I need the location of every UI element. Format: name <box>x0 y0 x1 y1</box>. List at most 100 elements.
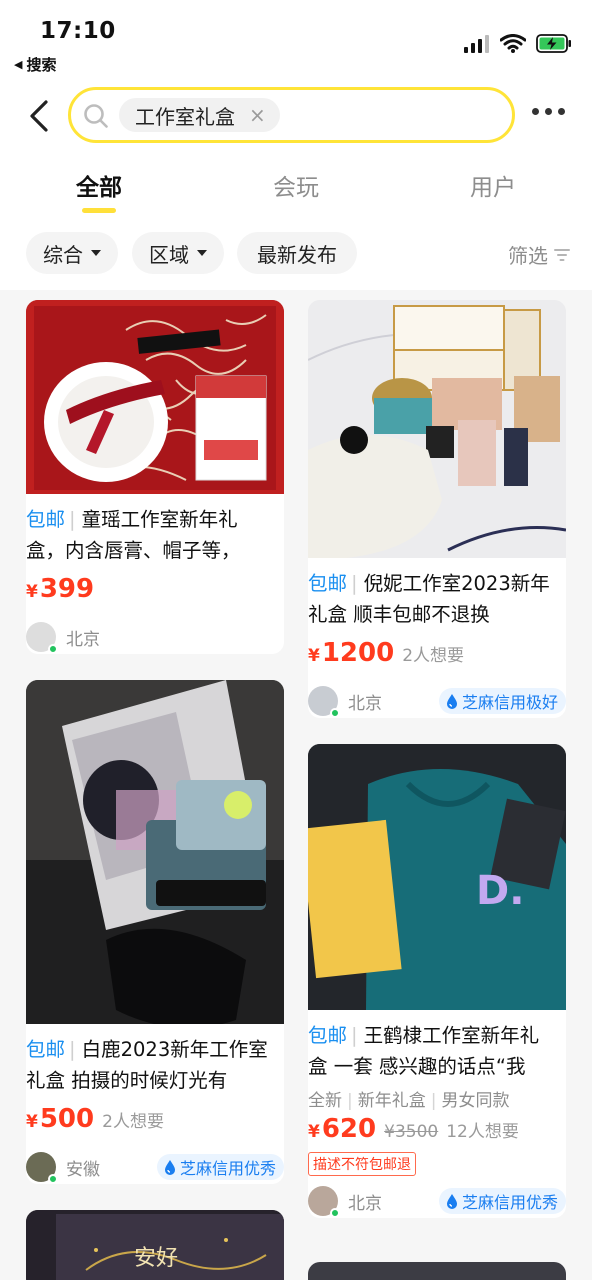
wants-count: 2人想要 <box>102 1112 164 1132</box>
seller-location: 安徽 <box>66 1159 100 1180</box>
free-shipping-tag: 包邮 <box>26 508 66 531</box>
search-header: 工作室礼盒 × 全部 会玩 用户 综合 区域 最新发布 筛选 <box>0 80 592 290</box>
product-image[interactable]: 安好 <box>26 1210 284 1280</box>
seller-location: 北京 <box>348 693 382 714</box>
droplet-icon <box>446 694 457 709</box>
online-status-dot <box>48 644 58 654</box>
seller-location: 北京 <box>348 1193 382 1214</box>
attribute-separator: | <box>347 1091 353 1111</box>
credit-label: 芝麻信用优秀 <box>461 1193 558 1212</box>
search-icon <box>84 104 108 128</box>
currency-symbol: ¥ <box>26 582 38 602</box>
back-triangle-icon: ◀ <box>14 58 23 71</box>
droplet-icon <box>164 1160 175 1175</box>
credit-label: 芝麻信用优秀 <box>179 1159 276 1178</box>
product-card[interactable] <box>308 1262 566 1280</box>
more-options-button[interactable] <box>532 108 565 115</box>
gift-box-photo <box>308 744 566 1010</box>
product-title[interactable]: 包邮 | 白鹿2023新年工作室礼盒 拍摄的时候灯光有 <box>26 1034 284 1096</box>
clear-query-icon[interactable]: × <box>249 103 266 127</box>
cellular-signal-icon <box>464 34 489 53</box>
free-shipping-tag: 包邮 <box>26 1038 66 1061</box>
original-price: ¥3500 <box>384 1122 439 1142</box>
seller-row[interactable]: 安徽 芝麻信用优秀 <box>26 1150 284 1184</box>
seller-row[interactable]: 北京 芝麻信用极好 <box>308 684 566 718</box>
product-title[interactable]: 包邮 | 王鹤棣工作室新年礼盒 一套 感兴趣的话点“我 <box>308 1020 566 1082</box>
seller-row[interactable]: 北京 芝麻信用优秀 <box>308 1184 566 1218</box>
product-card[interactable]: D. 包邮 | 王鹤棣工作室新年礼盒 一套 感兴趣的话点“我 全新 | 新年礼盒 | 男女同… <box>308 744 566 1218</box>
filter-button[interactable]: 筛选 <box>508 240 570 269</box>
sesame-credit-badge: 芝麻信用极好 <box>438 688 566 714</box>
filter-bar: 综合 区域 最新发布 筛选 <box>0 232 592 278</box>
search-input[interactable]: 工作室礼盒 × <box>68 87 515 143</box>
tab-fun[interactable]: 会玩 <box>246 168 346 202</box>
product-image[interactable] <box>26 300 284 494</box>
price-row: ¥ 1200 2人想要 <box>308 638 566 674</box>
region-label: 区域 <box>149 242 189 267</box>
chevron-left-icon <box>30 100 48 132</box>
search-query-text: 工作室礼盒 <box>135 104 235 129</box>
sort-dropdown[interactable]: 综合 <box>26 232 118 274</box>
free-shipping-tag: 包邮 <box>308 572 348 595</box>
warning-row: 描述不符包邮退 <box>308 1150 566 1176</box>
back-button[interactable] <box>26 98 56 134</box>
product-title[interactable]: 包邮 | 倪妮工作室2023新年礼盒 顺丰包邮不退换 <box>308 568 566 630</box>
product-image[interactable] <box>308 1262 566 1280</box>
seller-row[interactable]: 北京 <box>26 620 284 654</box>
seller-avatar[interactable] <box>308 686 340 718</box>
online-status-dot <box>330 708 340 718</box>
currency-symbol: ¥ <box>308 646 320 666</box>
gift-box-photo <box>26 300 284 494</box>
product-image[interactable] <box>26 680 284 1024</box>
droplet-icon <box>446 1194 457 1209</box>
product-title[interactable]: 包邮 | 童瑶工作室新年礼盒，内含唇膏、帽子等， <box>26 504 284 566</box>
tab-users[interactable]: 用户 <box>443 168 543 202</box>
status-bar: 17:10 ◀ 搜索 <box>0 0 592 80</box>
latest-filter-button[interactable]: 最新发布 <box>237 232 357 274</box>
back-to-app-link[interactable]: ◀ 搜索 <box>14 54 56 75</box>
product-card[interactable]: 包邮 | 童瑶工作室新年礼盒，内含唇膏、帽子等， ¥ 399 北京 <box>26 300 284 654</box>
tab-all[interactable]: 全部 <box>49 168 149 202</box>
sesame-credit-badge: 芝麻信用优秀 <box>438 1188 566 1214</box>
battery-charging-icon <box>536 34 571 53</box>
seller-avatar[interactable] <box>308 1186 340 1218</box>
gift-box-photo <box>26 680 284 1024</box>
seller-avatar[interactable] <box>26 1152 58 1184</box>
title-separator: | <box>351 1024 358 1047</box>
product-card[interactable]: 包邮 | 倪妮工作室2023新年礼盒 顺丰包邮不退换 ¥ 1200 2人想要 北京 … <box>308 300 566 718</box>
product-card[interactable]: 包邮 | 白鹿2023新年工作室礼盒 拍摄的时候灯光有 ¥ 500 2人想要 安徽 … <box>26 680 284 1184</box>
free-shipping-tag: 包邮 <box>308 1024 348 1047</box>
product-card[interactable]: 安好 <box>26 1210 284 1280</box>
search-query-chip[interactable]: 工作室礼盒 × <box>119 98 280 132</box>
online-status-dot <box>48 1174 58 1184</box>
wifi-icon <box>500 34 526 53</box>
more-dot <box>532 108 539 115</box>
caret-down-icon <box>197 250 207 256</box>
price-row: ¥ 620 ¥3500 12人想要 <box>308 1114 566 1150</box>
active-tab-indicator <box>82 208 116 213</box>
gift-box-photo <box>308 300 566 558</box>
status-time: 17:10 <box>40 18 116 44</box>
product-image[interactable]: D. <box>308 744 566 1010</box>
attribute-separator: | <box>430 1091 437 1111</box>
filter-label: 筛选 <box>508 244 548 268</box>
attribute-condition: 全新 <box>308 1091 342 1111</box>
more-dot <box>558 108 565 115</box>
seller-avatar[interactable] <box>26 622 58 654</box>
product-attributes: 全新 | 新年礼盒 | 男女同款 <box>308 1086 566 1114</box>
status-icons <box>464 34 572 53</box>
title-separator: | <box>351 572 358 595</box>
price-row: ¥ 500 2人想要 <box>26 1104 284 1140</box>
product-image[interactable] <box>308 300 566 558</box>
region-dropdown[interactable]: 区域 <box>132 232 224 274</box>
sesame-credit-badge: 芝麻信用优秀 <box>156 1154 284 1180</box>
return-policy-badge: 描述不符包邮退 <box>308 1152 416 1176</box>
attribute-type: 新年礼盒 <box>357 1091 426 1111</box>
wants-count: 2人想要 <box>402 646 465 666</box>
product-price: 1200 <box>321 638 395 668</box>
hoodie-logo-text: D. <box>476 868 525 914</box>
title-separator: | <box>69 1038 76 1061</box>
seller-location: 北京 <box>66 629 100 650</box>
more-dot <box>545 108 552 115</box>
title-separator: | <box>69 508 76 531</box>
